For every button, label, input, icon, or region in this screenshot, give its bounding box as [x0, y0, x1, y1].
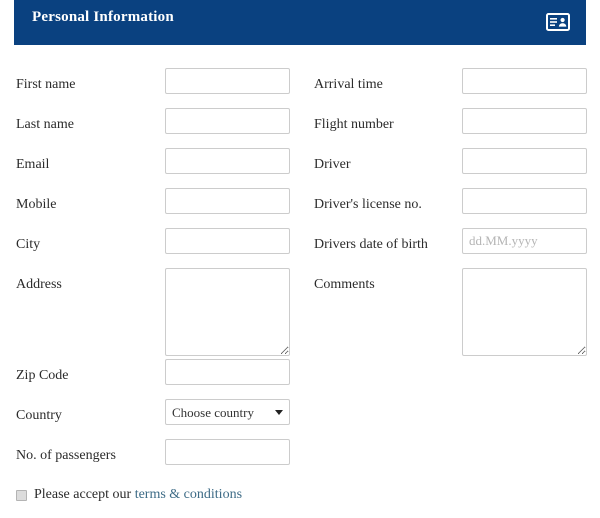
- control-city: [165, 228, 290, 254]
- input-drivers-license-no[interactable]: [462, 188, 587, 214]
- input-last-name[interactable]: [165, 108, 290, 134]
- label-email: Email: [16, 157, 50, 172]
- label-first-name: First name: [16, 77, 76, 92]
- id-card-icon: [544, 8, 572, 36]
- panel-header: Personal Information: [14, 0, 586, 45]
- control-email: [165, 148, 290, 174]
- control-zip-code: [165, 359, 290, 385]
- input-city[interactable]: [165, 228, 290, 254]
- label-flight-number: Flight number: [314, 117, 394, 132]
- control-drivers-license-no: [462, 188, 587, 214]
- label-driver: Driver: [314, 157, 351, 172]
- field-no-of-passengers: No. of passengers: [0, 439, 300, 486]
- label-arrival-time: Arrival time: [314, 77, 383, 92]
- personal-information-form: Personal Information First name Last nam…: [0, 0, 600, 518]
- label-drivers-date-of-birth: Drivers date of birth: [314, 237, 428, 252]
- input-arrival-time[interactable]: [462, 68, 587, 94]
- label-drivers-license-no: Driver's license no.: [314, 197, 422, 212]
- control-last-name: [165, 108, 290, 134]
- terms-text-prefix: Please accept our: [34, 487, 135, 502]
- label-last-name: Last name: [16, 117, 74, 132]
- control-mobile: [165, 188, 290, 214]
- label-address: Address: [16, 277, 62, 292]
- control-country: Choose country: [165, 399, 290, 425]
- label-comments: Comments: [314, 277, 375, 292]
- control-drivers-date-of-birth: [462, 228, 587, 254]
- control-address: [165, 268, 290, 361]
- terms-row: Please accept our terms & conditions: [16, 486, 242, 504]
- control-arrival-time: [462, 68, 587, 94]
- input-drivers-date-of-birth[interactable]: [462, 228, 587, 254]
- input-no-of-passengers[interactable]: [165, 439, 290, 465]
- select-country[interactable]: Choose country: [165, 399, 290, 425]
- input-first-name[interactable]: [165, 68, 290, 94]
- field-comments: Comments: [300, 268, 600, 375]
- control-driver: [462, 148, 587, 174]
- control-flight-number: [462, 108, 587, 134]
- label-no-of-passengers: No. of passengers: [16, 448, 116, 463]
- page-title: Personal Information: [32, 9, 174, 25]
- label-mobile: Mobile: [16, 197, 57, 212]
- input-driver[interactable]: [462, 148, 587, 174]
- input-zip-code[interactable]: [165, 359, 290, 385]
- label-country: Country: [16, 408, 62, 423]
- label-zip-code: Zip Code: [16, 368, 69, 383]
- label-city: City: [16, 237, 41, 252]
- control-no-of-passengers: [165, 439, 290, 465]
- input-comments[interactable]: [462, 268, 587, 356]
- terms-checkbox[interactable]: [16, 489, 27, 501]
- control-first-name: [165, 68, 290, 94]
- input-flight-number[interactable]: [462, 108, 587, 134]
- input-email[interactable]: [165, 148, 290, 174]
- terms-and-conditions-link[interactable]: terms & conditions: [135, 487, 242, 502]
- input-address[interactable]: [165, 268, 290, 356]
- terms-text: Please accept our terms & conditions: [34, 487, 242, 503]
- input-mobile[interactable]: [165, 188, 290, 214]
- control-comments: [462, 268, 587, 361]
